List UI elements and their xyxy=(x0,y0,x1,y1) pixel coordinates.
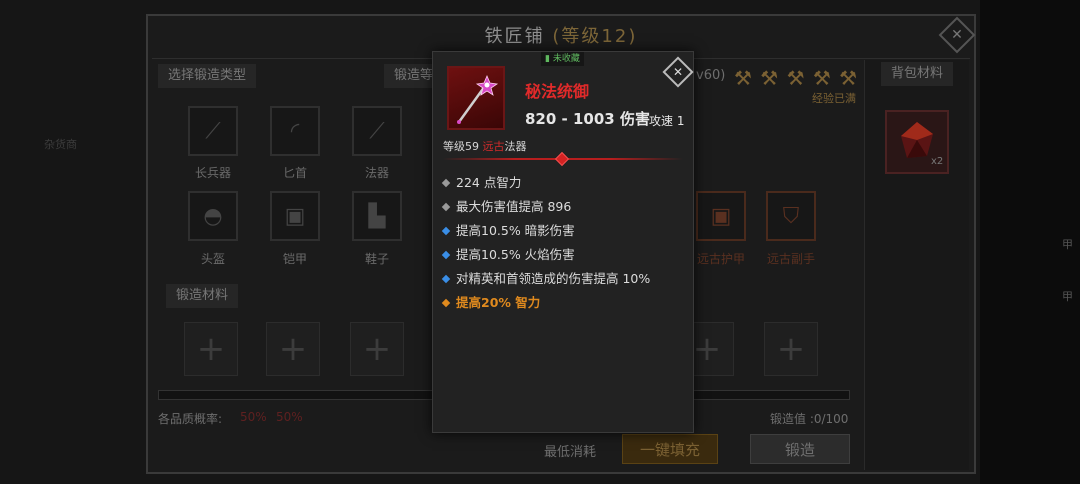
stat-text: 提高20% 智力 xyxy=(456,295,541,310)
item-damage: 820 - 1003 伤害 xyxy=(525,110,650,128)
bullet-icon xyxy=(441,250,451,259)
select-type-label: 选择锻造类型 xyxy=(158,64,257,88)
bullet-icon xyxy=(441,274,451,283)
materials-label: 锻造材料 xyxy=(166,284,239,308)
min-cost-label: 最低消耗 xyxy=(544,445,597,460)
shop-level: (等级12) xyxy=(552,26,638,47)
bag-item-count: x2 xyxy=(931,156,944,167)
category-label-ancient-offhand: 远古副手 xyxy=(766,252,815,266)
stat-line-5: 对精英和首领造成的伤害提高 10% xyxy=(441,268,651,287)
side-label-1: 甲 xyxy=(1062,238,1073,251)
item-level-line: 等级59 远古法器 xyxy=(443,138,527,154)
item-class: 法器 xyxy=(504,140,527,153)
stat-line-6: 提高20% 智力 xyxy=(441,292,541,311)
shop-title: 铁匠铺 (等级12) xyxy=(148,22,974,48)
bag-panel: 背包材料 x2 xyxy=(864,60,969,470)
item-name: 秘法统御 xyxy=(525,82,590,101)
stat-text: 最大伤害值提高 896 xyxy=(456,199,572,214)
forge-value-label: 锻造值 :0/100 xyxy=(770,412,849,426)
staff-item-icon xyxy=(447,66,505,130)
bullet-icon xyxy=(441,202,451,211)
stat-text: 提高10.5% 暗影伤害 xyxy=(456,223,575,238)
material-slot-1[interactable]: + xyxy=(184,322,238,376)
stat-text: 提高10.5% 火焰伤害 xyxy=(456,247,575,262)
material-slot-5[interactable]: + xyxy=(764,322,818,376)
stat-line-2: 最大伤害值提高 896 xyxy=(441,196,572,215)
left-faint-label: 杂货商 xyxy=(44,138,77,151)
category-label-armor: 铠甲 xyxy=(282,252,307,266)
material-slot-3[interactable]: + xyxy=(350,322,404,376)
ancient-armor-icon[interactable]: ▣ xyxy=(696,191,746,241)
quality-rate-2: 50% xyxy=(276,410,303,424)
item-tooltip: ▮ 未收藏 秘法统御 820 - 1003 伤害 攻速 1 ✕ 等级59 远古法… xyxy=(432,51,694,433)
boots-icon[interactable]: ▙ xyxy=(352,191,402,241)
category-label-dagger: 匕首 xyxy=(282,166,307,180)
armor-icon[interactable]: ▣ xyxy=(270,191,320,241)
stat-line-4: 提高10.5% 火焰伤害 xyxy=(441,244,575,263)
dagger-icon[interactable]: ◜ xyxy=(270,106,320,156)
forge-button[interactable]: 锻造 xyxy=(750,434,850,464)
ancient-offhand-icon[interactable]: ⛉ xyxy=(766,191,816,241)
staff-icon[interactable]: ⟋ xyxy=(352,106,402,156)
shop-name: 铁匠铺 xyxy=(484,26,545,47)
side-label-2: 甲 xyxy=(1062,290,1073,303)
bag-material-item[interactable]: x2 xyxy=(885,110,949,174)
collection-badge-text: 未收藏 xyxy=(552,54,580,64)
polearm-icon[interactable]: ⟋ xyxy=(188,106,238,156)
helmet-icon[interactable]: ◓ xyxy=(188,191,238,241)
tooltip-close-button[interactable]: ✕ xyxy=(662,56,694,88)
item-level: 等级59 xyxy=(443,140,479,153)
quality-rate-label: 各品质概率: xyxy=(158,412,223,426)
stat-text: 224 点智力 xyxy=(456,175,522,190)
category-label-ancient-armor: 远古护甲 xyxy=(696,252,745,266)
stat-line-3: 提高10.5% 暗影伤害 xyxy=(441,220,575,239)
bullet-icon xyxy=(441,226,451,235)
exp-full-label: 经验已满 xyxy=(812,92,856,105)
item-class-ancient: 远古 xyxy=(482,140,505,153)
category-label-staff: 法器 xyxy=(364,166,389,180)
collection-badge: ▮ 未收藏 xyxy=(541,52,584,66)
quality-rate-1: 50% xyxy=(240,410,267,424)
book-icon: ▮ xyxy=(545,54,553,64)
category-label-helmet: 头盔 xyxy=(200,252,225,266)
level-cap-label: v60) xyxy=(696,68,726,83)
material-slot-2[interactable]: + xyxy=(266,322,320,376)
category-label-boots: 鞋子 xyxy=(364,252,389,266)
hammer-icons: ⚒ ⚒ ⚒ ⚒ ⚒ xyxy=(734,66,859,90)
stat-text: 对精英和首领造成的伤害提高 10% xyxy=(456,271,651,286)
bullet-icon xyxy=(441,298,451,307)
item-attack-speed: 攻速 1 xyxy=(649,114,685,128)
forge-level-label: 锻造等 xyxy=(384,64,436,88)
divider-gem-icon xyxy=(554,151,570,167)
close-icon: ✕ xyxy=(951,27,963,43)
category-label-polearm: 长兵器 xyxy=(194,166,231,180)
bag-label: 背包材料 xyxy=(881,62,954,86)
bullet-icon xyxy=(441,178,451,187)
stat-line-1: 224 点智力 xyxy=(441,172,522,191)
close-icon: ✕ xyxy=(672,65,684,79)
autofill-button[interactable]: 一键填充 xyxy=(622,434,718,464)
scepter-icon xyxy=(457,74,499,124)
